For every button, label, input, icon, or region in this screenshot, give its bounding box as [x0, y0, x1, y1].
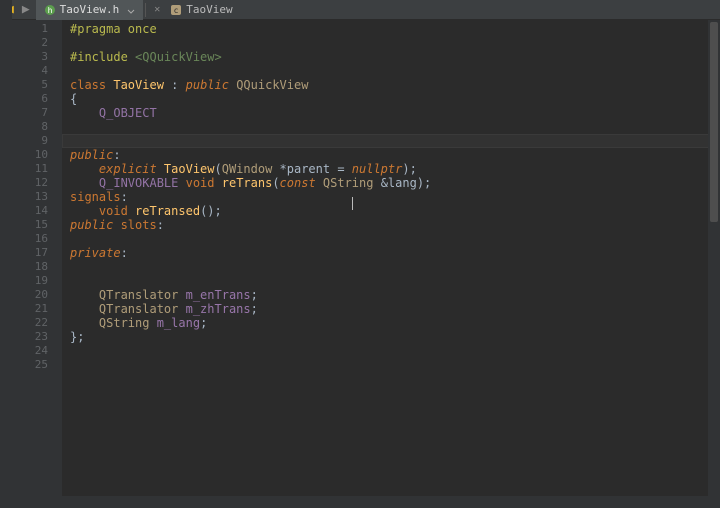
- line-number: 22: [0, 316, 62, 330]
- line-number: 6: [0, 92, 62, 106]
- svg-text:c: c: [174, 6, 179, 15]
- line-number: 20: [0, 288, 62, 302]
- editor[interactable]: 1 2 3 4 5 6 7 8 9 10 11 12 13 14 15 16 1…: [0, 20, 720, 508]
- code-line: [62, 120, 720, 134]
- nav-forward-icon[interactable]: ▶: [22, 3, 30, 16]
- scrollbar-thumb[interactable]: [710, 22, 718, 222]
- code-line: [62, 64, 720, 78]
- scrollbar-vertical[interactable]: [708, 20, 720, 508]
- tab-close[interactable]: ✕: [148, 0, 164, 20]
- code-line: signals:: [62, 190, 720, 204]
- code-line: {: [62, 92, 720, 106]
- line-number: 24: [0, 344, 62, 358]
- code-line: };: [62, 330, 720, 344]
- code-line: QString m_lang;: [62, 316, 720, 330]
- tab-divider: [145, 3, 146, 17]
- code-line: void reTransed();: [62, 204, 720, 218]
- code-line: private:: [62, 246, 720, 260]
- tab-taoview-h[interactable]: h TaoView.h: [36, 0, 144, 20]
- code-line: class TaoView : public QQuickView: [62, 78, 720, 92]
- line-number: 23: [0, 330, 62, 344]
- close-icon: ✕: [154, 4, 160, 15]
- scrollbar-horizontal[interactable]: [62, 496, 708, 508]
- code-line: [62, 232, 720, 246]
- line-number: 3: [0, 50, 62, 64]
- line-number: 12: [0, 176, 62, 190]
- cpp-header-icon: h: [44, 4, 56, 16]
- code-line: [62, 358, 720, 372]
- line-number: 17: [0, 246, 62, 260]
- line-number: 1: [0, 22, 62, 36]
- gutter: 1 2 3 4 5 6 7 8 9 10 11 12 13 14 15 16 1…: [0, 20, 62, 508]
- code-line: #pragma once: [62, 22, 720, 36]
- code-line: #include <QQuickView>: [62, 50, 720, 64]
- line-number: 18: [0, 260, 62, 274]
- line-number: 2: [0, 36, 62, 50]
- code-line: public slots:: [62, 218, 720, 232]
- code-line: [62, 260, 720, 274]
- code-line: Q_INVOKABLE void reTrans(const QString &…: [62, 176, 720, 190]
- svg-text:h: h: [47, 6, 52, 15]
- line-number: 15: [0, 218, 62, 232]
- code-line: [62, 274, 720, 288]
- line-number: 9: [0, 134, 62, 148]
- class-icon: c: [170, 4, 182, 16]
- line-number: 7: [0, 106, 62, 120]
- line-number: 25: [0, 358, 62, 372]
- line-number: 5: [0, 78, 62, 92]
- code-line: QTranslator m_enTrans;: [62, 288, 720, 302]
- line-number: 13: [0, 190, 62, 204]
- code-line: Q_OBJECT: [62, 106, 720, 120]
- line-number: 16: [0, 232, 62, 246]
- code-line: [62, 344, 720, 358]
- line-number: 4: [0, 64, 62, 78]
- tab-label: TaoView.h: [60, 3, 120, 16]
- breadcrumb-label: TaoView: [186, 3, 232, 16]
- line-number: 8: [0, 120, 62, 134]
- line-number: 19: [0, 274, 62, 288]
- code-area[interactable]: #pragma once #include <QQuickView> class…: [62, 20, 720, 508]
- line-number: 10: [0, 148, 62, 162]
- code-line: QTranslator m_zhTrans;: [62, 302, 720, 316]
- code-line: [62, 36, 720, 50]
- breadcrumb[interactable]: c TaoView: [164, 3, 238, 16]
- tab-dropdown-icon[interactable]: [127, 6, 135, 14]
- code-line: public:: [62, 148, 720, 162]
- line-number: 21: [0, 302, 62, 316]
- line-number: 14: [0, 204, 62, 218]
- tab-bar: ◀ ▶ h TaoView.h ✕ c TaoView: [0, 0, 720, 20]
- code-line-current: [62, 134, 720, 148]
- line-number: 11: [0, 162, 62, 176]
- text-cursor: [352, 197, 353, 210]
- code-line: explicit TaoView(QWindow *parent = nullp…: [62, 162, 720, 176]
